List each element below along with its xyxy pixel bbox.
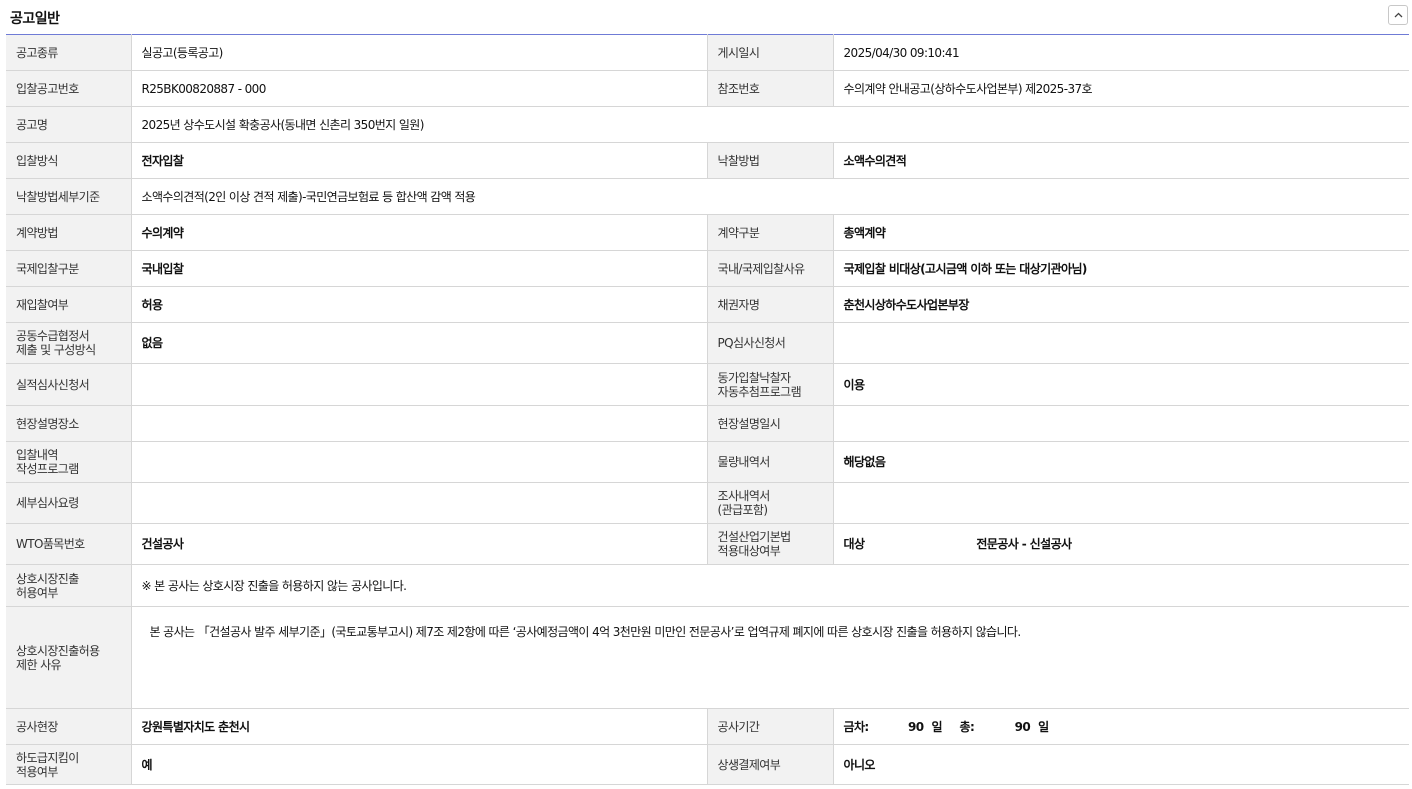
label-award-criteria: 낙찰방법세부기준 — [6, 178, 132, 215]
value-notice-type: 실공고(등록공고) — [131, 34, 707, 71]
label-bid-no: 입찰공고번호 — [6, 70, 132, 107]
value-bid-no: R25BK00820887 - 000 — [131, 70, 707, 107]
table-row: 세부심사요령 조사내역서 (관급포함) — [6, 482, 1409, 524]
value-ref-no: 수의계약 안내공고(상하수도사업본부) 제2025-37호 — [833, 70, 1409, 107]
label-pq: PQ심사신청서 — [706, 322, 834, 364]
value-bid-method: 전자입찰 — [131, 142, 707, 179]
label-creditor: 채권자명 — [706, 286, 834, 323]
label-award-method: 낙찰방법 — [706, 142, 834, 179]
value-quantity: 해당없음 — [833, 441, 1409, 483]
table-row: WTO품목번호 건설공사 건설산업기본법 적용대상여부 대상 전문공사 - 신설공사 — [6, 523, 1409, 565]
value-joint-supply: 없음 — [131, 322, 707, 364]
label-survey: 조사내역서 (관급포함) — [706, 482, 834, 524]
label-subcontract: 하도급지킴이 적용여부 — [6, 744, 132, 785]
value-posted-at: 2025/04/30 09:10:41 — [833, 34, 1409, 71]
table-row: 계약방법 수의계약 계약구분 총액계약 — [6, 214, 1409, 251]
value-site-place — [131, 405, 707, 442]
label-wto: WTO품목번호 — [6, 523, 132, 565]
value-review-guide — [131, 482, 707, 524]
table-row: 공고명 2025년 상수도시설 확충공사(동내면 신촌리 350번지 일원) — [6, 106, 1409, 143]
label-review-guide: 세부심사요령 — [6, 482, 132, 524]
table-row: 실적심사신청서 동가입찰낙찰자 자동추첨프로그램 이용 — [6, 363, 1409, 406]
chevron-up-icon — [1394, 12, 1403, 18]
label-performance-review: 실적심사신청서 — [6, 363, 132, 406]
value-intl-reason: 국제입찰 비대상(고시금액 이하 또는 대상기관아님) — [833, 250, 1409, 287]
label-settlement: 상생결제여부 — [706, 744, 834, 785]
section-header: 공고일반 — [0, 0, 1412, 34]
label-contract-method: 계약방법 — [6, 214, 132, 251]
label-tie-lottery: 동가입찰낙찰자 자동추첨프로그램 — [706, 363, 834, 406]
label-site: 공사현장 — [6, 708, 132, 745]
label-bid-program: 입찰내역 작성프로그램 — [6, 441, 132, 483]
period-this-unit: 일 — [931, 719, 943, 734]
collapse-button[interactable] — [1388, 5, 1408, 25]
label-intl-type: 국제입찰구분 — [6, 250, 132, 287]
table-row: 입찰공고번호 R25BK00820887 - 000 참조번호 수의계약 안내공… — [6, 70, 1409, 107]
label-intl-reason: 국내/국제입찰사유 — [706, 250, 834, 287]
value-settlement: 아니오 — [833, 744, 1409, 785]
label-construction-law: 건설산업기본법 적용대상여부 — [706, 523, 834, 565]
value-subcontract: 예 — [131, 744, 707, 785]
period-total-days: 90 — [1014, 719, 1031, 734]
value-rebid: 허용 — [131, 286, 707, 323]
table-row: 현장설명장소 현장설명일시 — [6, 405, 1409, 442]
label-ref-no: 참조번호 — [706, 70, 834, 107]
section-title: 공고일반 — [10, 11, 60, 27]
value-construction-law-target: 대상 — [843, 537, 865, 551]
value-construction-law-type: 전문공사 - 신설공사 — [976, 537, 1072, 551]
label-mutual-restrict: 상호시장진출허용 제한 사유 — [6, 606, 132, 709]
label-site-datetime: 현장설명일시 — [706, 405, 834, 442]
label-mutual-entry: 상호시장진출 허용여부 — [6, 564, 132, 607]
value-construction-law: 대상 전문공사 - 신설공사 — [833, 523, 1409, 565]
label-bid-method: 입찰방식 — [6, 142, 132, 179]
label-contract-type: 계약구분 — [706, 214, 834, 251]
value-wto: 건설공사 — [131, 523, 707, 565]
period-total-unit: 일 — [1038, 719, 1049, 734]
table-row: 낙찰방법세부기준 소액수의견적(2인 이상 견적 제출)-국민연금보험료 등 합… — [6, 178, 1409, 215]
label-notice-type: 공고종류 — [6, 34, 132, 71]
value-survey — [833, 482, 1409, 524]
value-pq — [833, 322, 1409, 364]
value-period: 금차: 90 일 총: 90 일 — [833, 708, 1409, 745]
notice-info-table: 공고종류 실공고(등록공고) 게시일시 2025/04/30 09:10:41 … — [6, 34, 1409, 785]
value-contract-type: 총액계약 — [833, 214, 1409, 251]
value-mutual-entry: ※ 본 공사는 상호시장 진출을 허용하지 않는 공사입니다. — [131, 564, 1409, 607]
value-contract-method: 수의계약 — [131, 214, 707, 251]
label-joint-supply: 공동수급협정서 제출 및 구성방식 — [6, 322, 132, 364]
table-row: 재입찰여부 허용 채권자명 춘천시상하수도사업본부장 — [6, 286, 1409, 323]
period-this-label: 금차: — [843, 719, 870, 734]
label-notice-name: 공고명 — [6, 106, 132, 143]
value-award-method: 소액수의견적 — [833, 142, 1409, 179]
table-row: 입찰내역 작성프로그램 물량내역서 해당없음 — [6, 441, 1409, 483]
period-this-days: 90 — [908, 719, 924, 734]
table-row: 상호시장진출허용 제한 사유 본 공사는 「건설공사 발주 세부기준」(국토교통부… — [6, 606, 1409, 709]
table-row: 하도급지킴이 적용여부 예 상생결제여부 아니오 — [6, 744, 1409, 785]
value-site-datetime — [833, 405, 1409, 442]
value-site: 강원특별자치도 춘천시 — [131, 708, 707, 745]
value-intl-type: 국내입찰 — [131, 250, 707, 287]
value-mutual-restrict: 본 공사는 「건설공사 발주 세부기준」(국토교통부고시) 제7조 제2항에 따… — [131, 606, 1409, 709]
value-notice-name: 2025년 상수도시설 확충공사(동내면 신촌리 350번지 일원) — [131, 106, 1409, 143]
table-row: 공사현장 강원특별자치도 춘천시 공사기간 금차: 90 일 총: 90 일 — [6, 708, 1409, 745]
value-performance-review — [131, 363, 707, 406]
value-tie-lottery: 이용 — [833, 363, 1409, 406]
table-row: 공동수급협정서 제출 및 구성방식 없음 PQ심사신청서 — [6, 322, 1409, 364]
table-row: 상호시장진출 허용여부 ※ 본 공사는 상호시장 진출을 허용하지 않는 공사입니… — [6, 564, 1409, 607]
label-site-place: 현장설명장소 — [6, 405, 132, 442]
value-award-criteria: 소액수의견적(2인 이상 견적 제출)-국민연금보험료 등 합산액 감액 적용 — [131, 178, 1409, 215]
table-row: 입찰방식 전자입찰 낙찰방법 소액수의견적 — [6, 142, 1409, 179]
value-bid-program — [131, 441, 707, 483]
period-total-label: 총: — [959, 719, 975, 734]
label-posted-at: 게시일시 — [706, 34, 834, 71]
label-quantity: 물량내역서 — [706, 441, 834, 483]
label-rebid: 재입찰여부 — [6, 286, 132, 323]
value-creditor: 춘천시상하수도사업본부장 — [833, 286, 1409, 323]
table-row: 국제입찰구분 국내입찰 국내/국제입찰사유 국제입찰 비대상(고시금액 이하 또… — [6, 250, 1409, 287]
table-row: 공고종류 실공고(등록공고) 게시일시 2025/04/30 09:10:41 — [6, 34, 1409, 71]
label-period: 공사기간 — [706, 708, 834, 745]
